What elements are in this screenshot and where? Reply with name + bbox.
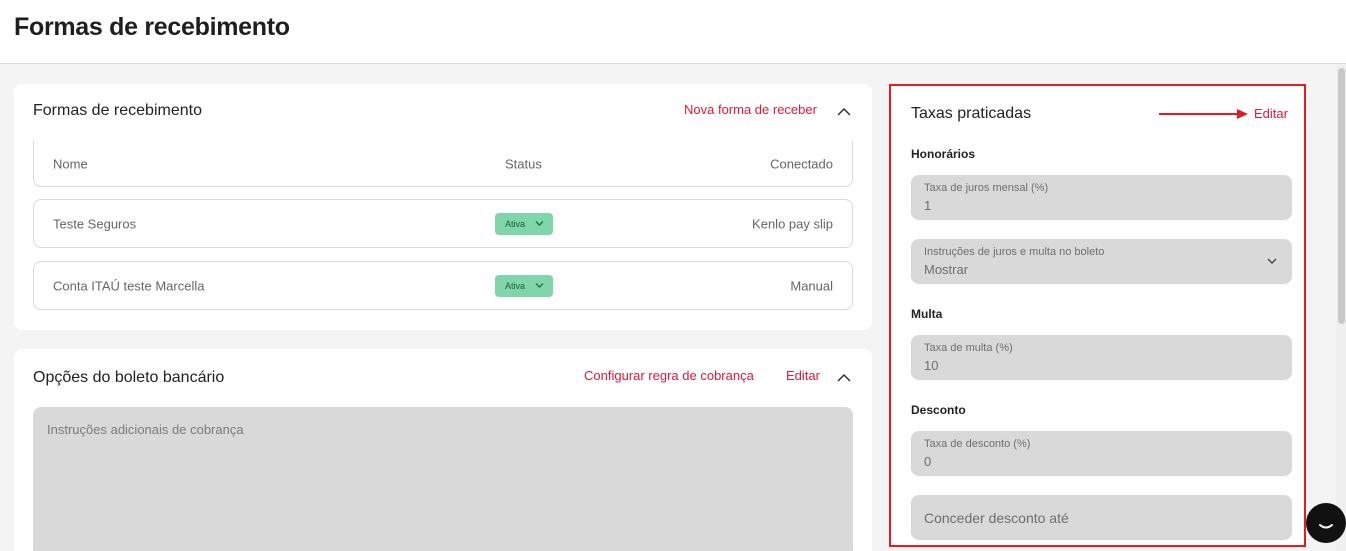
row-connected: Kenlo pay slip xyxy=(752,216,833,231)
row-name: Conta ITAÚ teste Marcella xyxy=(53,278,205,293)
status-badge-label: Ativa xyxy=(505,280,526,291)
discount-until-field[interactable]: Conceder desconto até xyxy=(911,495,1292,540)
multa-label: Multa xyxy=(911,307,943,321)
payment-methods-card: Formas de recebimento Nova forma de rece… xyxy=(14,84,872,330)
field-placeholder: Conceder desconto até xyxy=(924,510,1069,526)
status-badge[interactable]: Ativa xyxy=(495,212,553,235)
edit-boleto-link[interactable]: Editar xyxy=(786,368,820,383)
field-value: Mostrar xyxy=(924,262,969,277)
discount-rate-field[interactable]: Taxa de desconto (%) 0 xyxy=(911,431,1292,476)
fine-rate-field[interactable]: Taxa de multa (%) 10 xyxy=(911,335,1292,380)
field-label: Instruções de juros e multa no boleto xyxy=(924,246,1105,258)
column-header-connected: Conectado xyxy=(770,156,833,171)
chevron-down-icon xyxy=(535,220,544,226)
textarea-placeholder: Instruções adicionais de cobrança xyxy=(47,422,244,437)
boleto-options-card: Opções do boleto bancário Configurar reg… xyxy=(14,349,872,551)
chat-icon xyxy=(1319,524,1333,529)
table-row[interactable]: Teste Seguros Ativa Kenlo pay slip xyxy=(33,199,853,248)
chevron-up-icon[interactable] xyxy=(836,104,852,120)
rates-title: Taxas praticadas xyxy=(911,105,1032,122)
top-bar: Formas de recebimento xyxy=(0,0,1346,64)
row-name: Teste Seguros xyxy=(53,216,137,231)
column-header-status: Status xyxy=(505,156,542,171)
chevron-up-icon[interactable] xyxy=(836,370,852,386)
additional-instructions-textarea[interactable]: Instruções adicionais de cobrança xyxy=(33,407,853,551)
field-value: 0 xyxy=(924,454,932,469)
chevron-down-icon xyxy=(535,282,544,288)
field-label: Taxa de juros mensal (%) xyxy=(924,182,1049,194)
field-value: 1 xyxy=(924,198,932,213)
rates-panel: Taxas praticadas Editar Honorários Taxa … xyxy=(889,84,1306,547)
status-badge[interactable]: Ativa xyxy=(495,274,553,297)
desconto-label: Desconto xyxy=(911,403,966,417)
status-badge-label: Ativa xyxy=(505,218,526,229)
boleto-options-title: Opções do boleto bancário xyxy=(33,369,225,386)
field-value: 10 xyxy=(924,358,939,373)
new-payment-method-link[interactable]: Nova forma de receber xyxy=(684,102,817,117)
configure-billing-rule-link[interactable]: Configurar regra de cobrança xyxy=(584,368,754,383)
edit-rates-link[interactable]: Editar xyxy=(1254,106,1288,121)
chat-button[interactable] xyxy=(1306,503,1346,543)
payment-methods-title: Formas de recebimento xyxy=(33,102,202,119)
monthly-interest-field[interactable]: Taxa de juros mensal (%) 1 xyxy=(911,175,1292,220)
table-header: Nome Status Conectado xyxy=(33,141,853,187)
table-row[interactable]: Conta ITAÚ teste Marcella Ativa Manual xyxy=(33,261,853,310)
column-header-name: Nome xyxy=(53,156,88,171)
chevron-down-icon xyxy=(1267,258,1277,264)
arrow-right-icon xyxy=(1159,109,1248,119)
field-label: Taxa de multa (%) xyxy=(924,342,1013,354)
row-connected: Manual xyxy=(790,278,833,293)
boleto-instructions-select[interactable]: Instruções de juros e multa no boleto Mo… xyxy=(911,239,1292,284)
scrollbar-thumb[interactable] xyxy=(1338,68,1345,324)
honorarios-label: Honorários xyxy=(911,147,976,161)
page-title: Formas de recebimento xyxy=(14,13,290,41)
field-label: Taxa de desconto (%) xyxy=(924,438,1031,450)
